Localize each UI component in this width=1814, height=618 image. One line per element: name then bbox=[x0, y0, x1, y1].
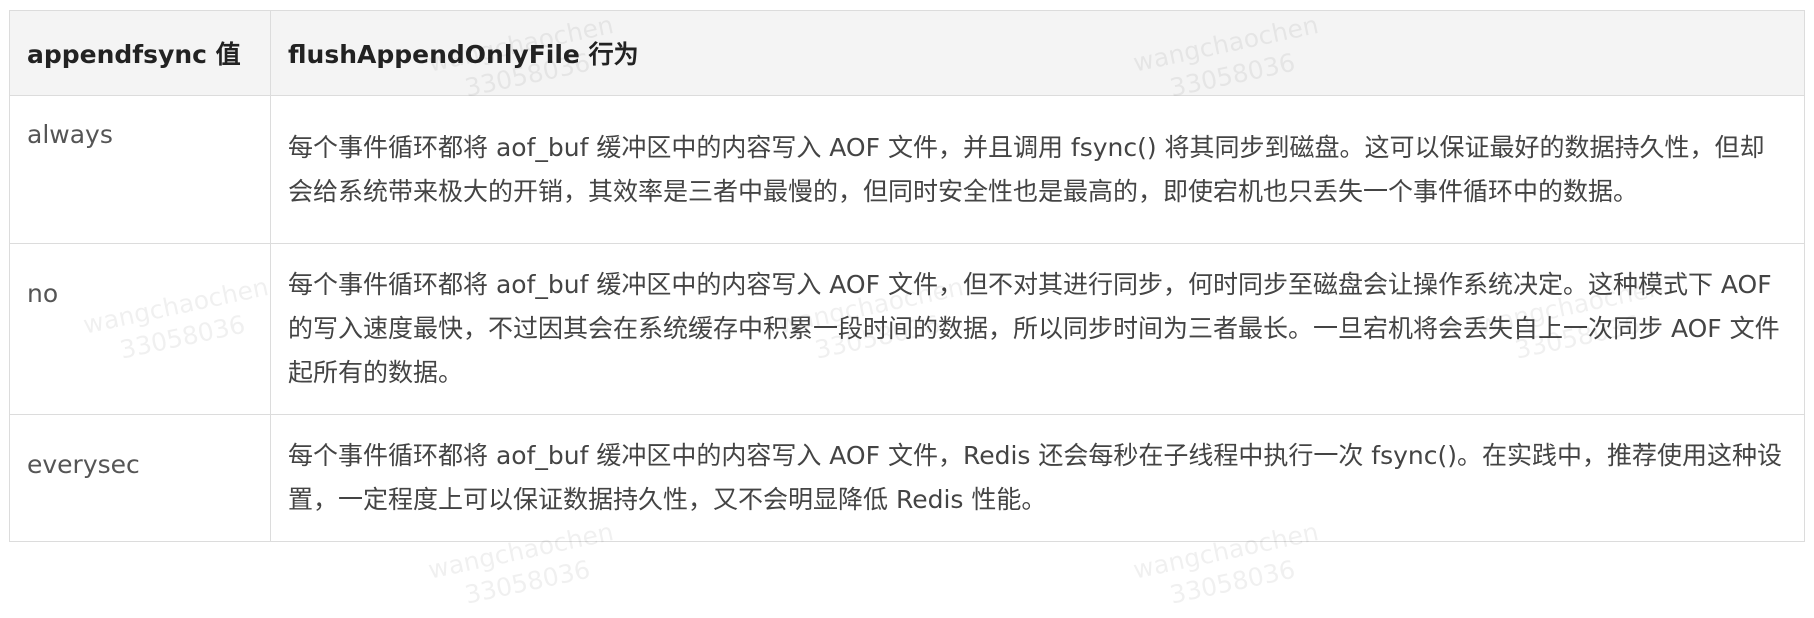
table-header-row: appendfsync 值 flushAppendOnlyFile 行为 bbox=[9, 10, 1805, 96]
behavior-cell: 每个事件循环都将 aof_buf 缓冲区中的内容写入 AOF 文件，但不对其进行… bbox=[270, 243, 1805, 415]
appendfsync-table-container: appendfsync 值 flushAppendOnlyFile 行为 alw… bbox=[9, 10, 1805, 542]
watermark-id: 33058036 bbox=[462, 554, 593, 610]
behavior-no: 每个事件循环都将 aof_buf 缓冲区中的内容写入 AOF 文件，但不对其进行… bbox=[288, 270, 1780, 387]
mode-everysec: everysec bbox=[27, 450, 140, 479]
table-row: always 每个事件循环都将 aof_buf 缓冲区中的内容写入 AOF 文件… bbox=[9, 95, 1805, 244]
watermark-id: 33058036 bbox=[1167, 554, 1298, 610]
header-flush-behavior: flushAppendOnlyFile 行为 bbox=[270, 10, 1805, 96]
behavior-cell: 每个事件循环都将 aof_buf 缓冲区中的内容写入 AOF 文件，并且调用 f… bbox=[270, 95, 1805, 244]
mode-cell: always bbox=[9, 95, 271, 244]
mode-cell: everysec bbox=[9, 414, 271, 542]
mode-always: always bbox=[27, 120, 113, 149]
mode-cell: no bbox=[9, 243, 271, 415]
appendfsync-table: appendfsync 值 flushAppendOnlyFile 行为 alw… bbox=[9, 10, 1805, 542]
behavior-cell: 每个事件循环都将 aof_buf 缓冲区中的内容写入 AOF 文件，Redis … bbox=[270, 414, 1805, 542]
header-appendfsync-value: appendfsync 值 bbox=[9, 10, 271, 96]
table-row: no 每个事件循环都将 aof_buf 缓冲区中的内容写入 AOF 文件，但不对… bbox=[9, 243, 1805, 415]
behavior-always: 每个事件循环都将 aof_buf 缓冲区中的内容写入 AOF 文件，并且调用 f… bbox=[288, 132, 1765, 206]
behavior-everysec: 每个事件循环都将 aof_buf 缓冲区中的内容写入 AOF 文件，Redis … bbox=[288, 441, 1783, 514]
mode-no: no bbox=[27, 279, 59, 308]
table-row: everysec 每个事件循环都将 aof_buf 缓冲区中的内容写入 AOF … bbox=[9, 414, 1805, 542]
